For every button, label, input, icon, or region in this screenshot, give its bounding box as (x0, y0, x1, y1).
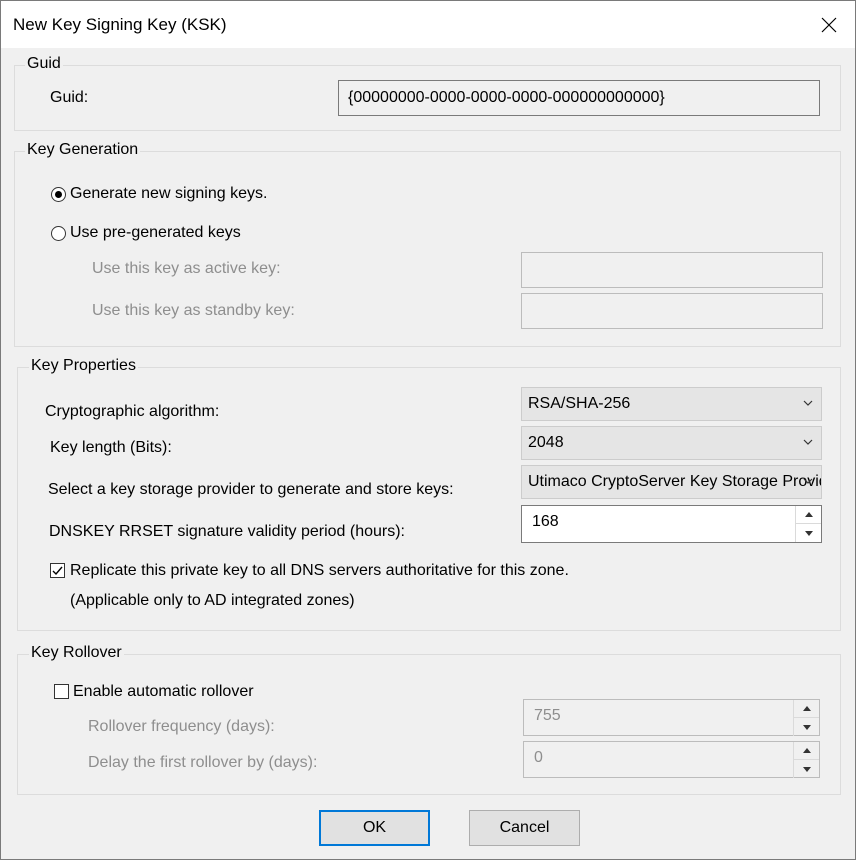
arrow-down-icon (802, 724, 811, 730)
key-generation-legend: Key Generation (25, 141, 141, 159)
rollover-frequency-label: Rollover frequency (days): (88, 718, 275, 735)
arrow-down-icon (802, 766, 811, 772)
rollover-delay-value[interactable]: 0 (534, 749, 543, 767)
replicate-label[interactable]: Replicate this private key to all DNS se… (70, 562, 569, 580)
active-key-field[interactable] (521, 252, 823, 288)
guid-label: Guid: (50, 89, 89, 106)
ksp-label: Select a key storage provider to generat… (48, 481, 454, 498)
generate-new-radio[interactable] (51, 187, 66, 202)
enable-rollover-checkbox[interactable] (54, 684, 69, 699)
algorithm-label: Cryptographic algorithm: (45, 403, 220, 420)
algorithm-value: RSA/SHA-256 (528, 395, 631, 412)
active-key-label: Use this key as active key: (92, 260, 281, 277)
window-title: New Key Signing Key (KSK) (13, 15, 227, 34)
algorithm-dropdown[interactable]: RSA/SHA-256 (521, 387, 822, 421)
guid-group-legend: Guid (25, 55, 63, 73)
close-icon (821, 17, 837, 32)
arrow-down-icon (804, 530, 813, 536)
arrow-up-icon (804, 512, 813, 517)
title-bar: New Key Signing Key (KSK) (1, 1, 855, 48)
validity-spinner[interactable]: 168 (521, 505, 822, 543)
use-pregenerated-radio[interactable] (51, 226, 66, 241)
rollover-delay-label: Delay the first rollover by (days): (88, 754, 318, 771)
key-length-value: 2048 (528, 434, 564, 451)
spin-up-button[interactable] (794, 700, 819, 718)
dialog-window: New Key Signing Key (KSK) Guid Guid: {00… (0, 0, 856, 860)
close-button[interactable] (803, 1, 855, 48)
chevron-down-icon (803, 400, 813, 406)
chevron-down-icon (803, 478, 813, 484)
spin-up-button[interactable] (796, 506, 821, 524)
rollover-delay-spinner[interactable]: 0 (523, 741, 820, 778)
key-length-label: Key length (Bits): (50, 439, 172, 456)
guid-field[interactable]: {00000000-0000-0000-0000-000000000000} (338, 80, 820, 116)
arrow-up-icon (802, 706, 811, 711)
standby-key-label: Use this key as standby key: (92, 302, 295, 319)
spin-down-button[interactable] (794, 760, 819, 778)
ok-button[interactable]: OK (319, 810, 430, 846)
checkmark-icon (52, 566, 63, 576)
standby-key-field[interactable] (521, 293, 823, 329)
chevron-down-icon (803, 439, 813, 445)
use-pregenerated-label[interactable]: Use pre-generated keys (70, 224, 241, 242)
rollover-frequency-spinner[interactable]: 755 (523, 699, 820, 736)
replicate-note: (Applicable only to AD integrated zones) (70, 592, 355, 609)
key-length-dropdown[interactable]: 2048 (521, 426, 822, 460)
generate-new-label[interactable]: Generate new signing keys. (70, 185, 267, 203)
arrow-up-icon (802, 748, 811, 753)
validity-label: DNSKEY RRSET signature validity period (… (49, 523, 405, 540)
replicate-checkbox[interactable] (50, 563, 65, 578)
enable-rollover-label[interactable]: Enable automatic rollover (73, 683, 254, 701)
rollover-frequency-value[interactable]: 755 (534, 707, 561, 725)
key-rollover-legend: Key Rollover (29, 644, 124, 662)
spin-up-button[interactable] (794, 742, 819, 760)
spin-down-button[interactable] (796, 524, 821, 542)
key-properties-legend: Key Properties (29, 357, 138, 375)
ksp-dropdown[interactable]: Utimaco CryptoServer Key Storage Provide… (521, 465, 822, 499)
ksp-value: Utimaco CryptoServer Key Storage Provide… (528, 473, 822, 490)
validity-value[interactable]: 168 (532, 513, 559, 531)
spin-down-button[interactable] (794, 718, 819, 736)
cancel-button[interactable]: Cancel (469, 810, 580, 846)
